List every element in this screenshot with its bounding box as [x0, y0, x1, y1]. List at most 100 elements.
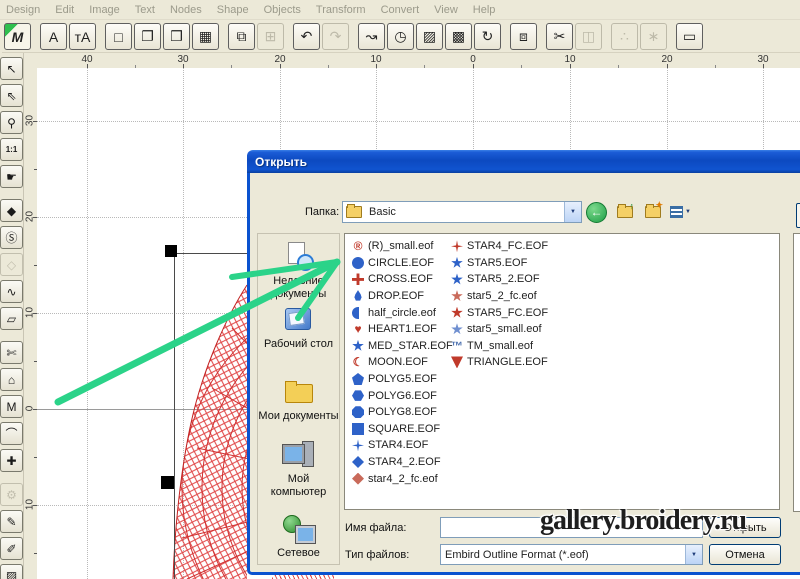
cancel-button[interactable]: Отмена — [709, 544, 781, 565]
file-item[interactable]: POLYG6.EOF — [352, 387, 453, 404]
menu-shape[interactable]: Shape — [217, 4, 249, 16]
preview-toggle-button[interactable] — [796, 203, 800, 228]
import-design-button[interactable]: ❒ — [163, 23, 190, 50]
file-item[interactable]: ®(R)_small.eof — [352, 238, 453, 255]
lettering-button[interactable]: A — [40, 23, 67, 50]
pan-tool-button[interactable]: ☛ — [0, 165, 23, 188]
manual-stitch-tool-button[interactable]: ✚ — [0, 449, 23, 472]
diamond-file-icon — [352, 473, 364, 485]
edit-nodes-button[interactable]: ↝ — [358, 23, 385, 50]
sfumato-tool-button[interactable]: Ⓢ — [0, 226, 23, 249]
hatch-tool-button[interactable]: ▨ — [0, 564, 23, 579]
open-design-button[interactable]: ❐ — [134, 23, 161, 50]
file-name: DROP.EOF — [368, 290, 424, 302]
views-button[interactable]: ▼ — [670, 201, 691, 223]
closed-outline-tool-button[interactable]: ⌂ — [0, 368, 23, 391]
folder-dropdown-chevron-icon[interactable]: ▼ — [564, 202, 581, 222]
place-network[interactable]: Сетевое — [258, 513, 339, 560]
new-folder-button[interactable]: ✦ — [642, 201, 663, 223]
up-one-level-button[interactable]: ↑ — [614, 201, 635, 223]
file-item[interactable]: ♥HEART1.EOF — [352, 321, 453, 338]
file-item[interactable]: STAR4_FC.EOF — [451, 238, 548, 255]
save-design-button[interactable]: ▦ — [192, 23, 219, 50]
file-item[interactable]: STAR4_2.EOF — [352, 454, 453, 471]
file-list[interactable]: ®(R)_small.eofCIRCLE.EOFCROSS.EOF DROP.EO… — [344, 233, 780, 510]
glyph-file-icon: ™ — [451, 340, 463, 352]
refresh-selection-button[interactable]: ↻ — [474, 23, 501, 50]
pattern-fill-button[interactable]: ▩ — [445, 23, 472, 50]
zoom-100-tool-button[interactable]: 1:1 — [0, 138, 23, 161]
zoom-tool-button[interactable]: ⚲ — [0, 111, 23, 134]
undo-button[interactable]: ↶ — [293, 23, 320, 50]
trim-stitches-button[interactable]: ✂ — [546, 23, 573, 50]
file-item[interactable]: TRIANGLE.EOF — [451, 354, 548, 371]
file-item[interactable]: STAR4.EOF — [352, 437, 453, 454]
file-item[interactable]: STAR5_FC.EOF — [451, 304, 548, 321]
folder-label: Папка: — [305, 206, 339, 218]
circle-file-icon — [352, 257, 364, 269]
vertical-ruler: 302010010 — [24, 68, 38, 579]
filetype-dropdown-chevron-icon[interactable]: ▼ — [685, 545, 702, 564]
file-item[interactable]: star5_2_fc.eof — [451, 288, 548, 305]
place-my-documents[interactable]: Мои документы — [258, 376, 339, 423]
select-tool-button[interactable]: ↖ — [0, 57, 23, 80]
file-item[interactable]: CROSS.EOF — [352, 271, 453, 288]
font-engine-button[interactable]: тA — [69, 23, 96, 50]
filetype-combobox[interactable]: Embird Outline Format (*.eof) ▼ — [440, 544, 703, 565]
dialog-title-bar[interactable]: Открыть — [247, 150, 800, 173]
marker-tool-button[interactable]: ✎ — [0, 510, 23, 533]
column-tool-button[interactable]: ∿ — [0, 280, 23, 303]
menu-view[interactable]: View — [434, 4, 458, 16]
knife-tool-button[interactable]: ✐ — [0, 537, 23, 560]
menu-image[interactable]: Image — [89, 4, 120, 16]
menu-text[interactable]: Text — [135, 4, 155, 16]
file-item[interactable]: star5_small.eof — [451, 321, 548, 338]
hide-stitches-button: ◫ — [575, 23, 602, 50]
embird-manager-button[interactable]: M — [4, 23, 31, 50]
menu-help[interactable]: Help — [473, 4, 496, 16]
menu-convert[interactable]: Convert — [381, 4, 420, 16]
applique-tool-button[interactable]: ✄ — [0, 341, 23, 364]
file-item[interactable]: DROP.EOF — [352, 288, 453, 305]
file-name: STAR5.EOF — [467, 257, 527, 269]
menu-nodes[interactable]: Nodes — [170, 4, 202, 16]
menu-design[interactable]: Design — [6, 4, 40, 16]
my-documents-icon — [282, 376, 316, 408]
freehand-tool-button[interactable]: M — [0, 395, 23, 418]
folder-combobox[interactable]: Basic ▼ — [342, 201, 582, 223]
file-item[interactable]: ☾MOON.EOF — [352, 354, 453, 371]
file-item[interactable]: half_circle.eof — [352, 304, 453, 321]
selection-handle[interactable] — [165, 245, 177, 257]
copy-button[interactable]: ⧉ — [228, 23, 255, 50]
density-gauge-button[interactable]: ◷ — [387, 23, 414, 50]
menu-edit[interactable]: Edit — [55, 4, 74, 16]
node-select-tool-button[interactable]: ⇖ — [0, 84, 23, 107]
file-name: half_circle.eof — [368, 307, 436, 319]
place-my-computer[interactable]: Мой компьютер — [258, 439, 339, 499]
sew-simulator-button[interactable]: ▨ — [416, 23, 443, 50]
compensation-button[interactable]: ⧈ — [510, 23, 537, 50]
file-item[interactable]: STAR5_2.EOF — [451, 271, 548, 288]
file-name: STAR5_2.EOF — [467, 273, 540, 285]
file-item[interactable]: STAR5.EOF — [451, 255, 548, 272]
file-item[interactable]: SQUARE.EOF — [352, 421, 453, 438]
file-item[interactable]: ™ TM_small.eof — [451, 338, 548, 355]
file-item[interactable]: CIRCLE.EOF — [352, 255, 453, 272]
back-button[interactable]: ← — [586, 201, 607, 223]
file-item[interactable]: star4_2_fc.eof — [352, 470, 453, 487]
place-desktop[interactable]: Рабочий стол — [258, 304, 339, 351]
file-name: star4_2_fc.eof — [368, 473, 438, 485]
hoop-select-button[interactable]: ▭ — [676, 23, 703, 50]
menu-transform[interactable]: Transform — [316, 4, 366, 16]
file-item[interactable]: MED_STAR.EOF — [352, 338, 453, 355]
fill-shape-tool-button[interactable]: ◆ — [0, 199, 23, 222]
file-name: TM_small.eof — [467, 340, 533, 352]
file-item[interactable]: POLYG5.EOF — [352, 371, 453, 388]
place-recent-documents[interactable]: Недавние документы — [258, 241, 339, 301]
file-item[interactable]: POLYG8.EOF — [352, 404, 453, 421]
menu-objects[interactable]: Objects — [264, 4, 301, 16]
new-design-button[interactable]: □ — [105, 23, 132, 50]
arc-tool-button[interactable]: ⌒ — [0, 422, 23, 445]
ribbon-tool-button[interactable]: ▱ — [0, 307, 23, 330]
selection-handle[interactable] — [161, 476, 174, 489]
